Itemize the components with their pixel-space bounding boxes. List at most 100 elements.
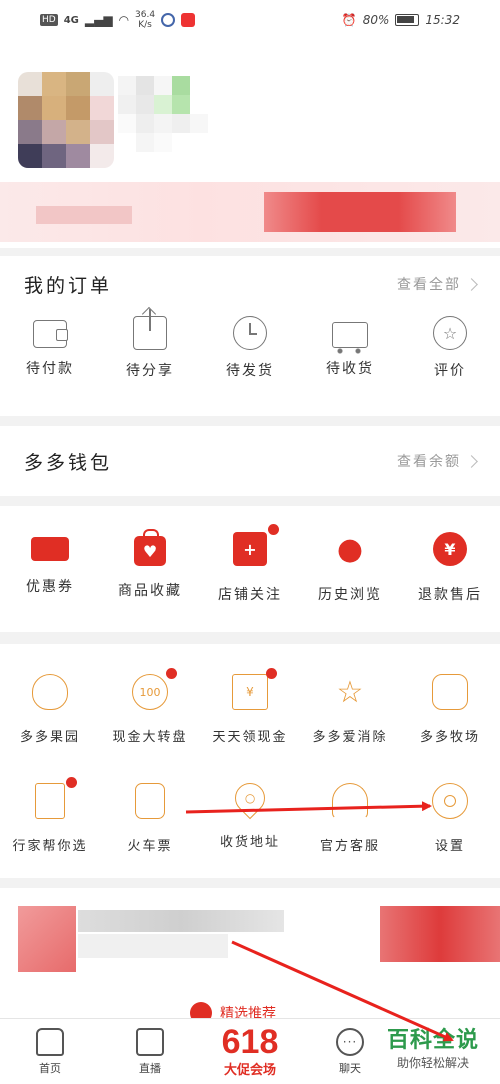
cash-icon: ¥ (232, 674, 268, 710)
notification-dot (66, 777, 77, 788)
elimination-game-entry[interactable]: ☆ 多多爱消除 (300, 674, 400, 746)
status-right: ⏰ 80% 15:32 (342, 13, 460, 27)
ranch-entry[interactable]: 多多牧场 (400, 674, 500, 745)
star-icon: ☆ (336, 674, 364, 710)
wallet-icon (33, 320, 68, 348)
order-item-label: 评价 (434, 363, 466, 379)
tv-icon (136, 1027, 164, 1056)
recommend-button[interactable] (380, 906, 500, 962)
quick-item-label: 退款售后 (418, 587, 482, 603)
quick-item-label: 历史浏览 (318, 587, 382, 603)
order-pending-payment[interactable]: 待付款 (0, 316, 100, 380)
chat-icon: ··· (336, 1027, 364, 1056)
nav-home[interactable]: 首页 (0, 1027, 100, 1076)
history-entry[interactable]: ● 历史浏览 (300, 532, 400, 604)
recommend-subtext (78, 934, 228, 958)
wallet-header: 多多钱包 查看余额 (0, 426, 500, 496)
cash-wheel-entry[interactable]: 100 现金大转盘 (100, 668, 200, 745)
service-label: 收货地址 (219, 835, 280, 850)
battery-percent: 80% (362, 13, 390, 27)
wallet-card[interactable]: 多多钱包 查看余额 (0, 426, 500, 496)
service-label: 现金大转盘 (112, 730, 188, 745)
store-follow-icon: + (233, 532, 267, 566)
quick-item-label: 商品收藏 (118, 583, 182, 599)
services-row-2: 行家帮你选 火车票 ○ 收货地址 官方客服 设置 (0, 776, 500, 854)
status-left: HD 4G ▂▄▆ ◠ 36.4 K/s (40, 10, 196, 30)
service-label: 多多牧场 (419, 730, 480, 745)
settings-entry[interactable]: 设置 (400, 783, 500, 854)
order-review[interactable]: ☆ 评价 (400, 316, 500, 380)
address-entry[interactable]: ○ 收货地址 (200, 776, 300, 854)
wheel-icon: 100 (132, 674, 168, 710)
footprint-icon: ● (336, 531, 364, 567)
chevron-right-icon (465, 277, 478, 291)
share-icon (133, 309, 167, 350)
network-signal: 4G (63, 14, 79, 26)
nav-live[interactable]: 直播 (100, 1027, 200, 1076)
services-row-1: 多多果园 100 现金大转盘 ¥ 天天领现金 ☆ 多多爱消除 多多牧场 (0, 668, 500, 746)
member-banner-text (36, 206, 132, 224)
quick-actions-card: 优惠券 ♥ 商品收藏 + 店铺关注 ● 历史浏览 ¥ 退款售后 (0, 506, 500, 632)
truck-icon (332, 322, 368, 354)
quick-item-label: 店铺关注 (218, 587, 282, 603)
avatar[interactable] (18, 72, 114, 168)
watermark-logo: 百科全说 助你轻松解决 (372, 1022, 494, 1080)
app-notification-icon (161, 13, 176, 27)
view-all-orders-link[interactable]: 查看全部 (397, 274, 478, 294)
service-label: 行家帮你选 (12, 839, 88, 854)
view-balance-label: 查看余额 (397, 454, 461, 470)
order-item-label: 待分享 (126, 363, 174, 379)
expert-pick-entry[interactable]: 行家帮你选 (0, 777, 100, 854)
location-pin-icon: ○ (228, 776, 272, 820)
view-all-label: 查看全部 (397, 277, 461, 293)
order-pending-shipment[interactable]: 待发货 (200, 316, 300, 380)
battery-icon (395, 14, 420, 26)
recommend-text (78, 910, 284, 932)
customer-service-entry[interactable]: 官方客服 (300, 783, 400, 854)
clock-icon (233, 316, 267, 350)
notification-dot (266, 668, 277, 679)
promo-number: 618 (221, 1023, 279, 1061)
hd-badge: HD (40, 14, 58, 26)
chevron-right-icon (465, 454, 478, 468)
daily-cash-entry[interactable]: ¥ 天天领现金 (200, 668, 300, 745)
nav-chat-label: 聊天 (339, 1061, 361, 1075)
store-follow-entry[interactable]: + 店铺关注 (200, 524, 300, 604)
recommend-image[interactable] (18, 906, 76, 972)
headset-icon (332, 783, 368, 819)
order-pending-receipt[interactable]: 待收货 (300, 316, 400, 380)
train-icon (135, 783, 165, 819)
coupon-entry[interactable]: 优惠券 (0, 532, 100, 604)
refund-entry[interactable]: ¥ 退款售后 (400, 532, 500, 604)
wifi-icon: ◠ (118, 13, 130, 27)
username (118, 76, 208, 152)
train-ticket-entry[interactable]: 火车票 (100, 783, 200, 854)
promo-text: 大促会场 (223, 1063, 276, 1078)
watermark-main: 百科全说 (386, 1028, 479, 1053)
nav-home-label: 首页 (39, 1061, 61, 1075)
clock-time: 15:32 (425, 13, 460, 27)
map-notification-icon (181, 13, 196, 27)
gear-icon (432, 783, 468, 819)
orchard-entry[interactable]: 多多果园 (0, 674, 100, 745)
order-pending-share[interactable]: 待分享 (100, 309, 200, 380)
nav-promo[interactable]: 618 大促会场 (200, 1025, 300, 1078)
signal-bars-icon: ▂▄▆ (84, 13, 113, 27)
watermark-sub: 助你轻松解决 (396, 1056, 469, 1070)
service-label: 多多果园 (19, 730, 80, 745)
orders-title: 我的订单 (24, 274, 113, 297)
profile-header (0, 40, 500, 248)
orders-header: 我的订单 查看全部 (0, 256, 500, 304)
quick-actions-row: 优惠券 ♥ 商品收藏 + 店铺关注 ● 历史浏览 ¥ 退款售后 (0, 524, 500, 604)
wallet-title: 多多钱包 (24, 451, 113, 474)
coupon-icon (31, 537, 69, 561)
order-item-label: 待付款 (26, 361, 74, 377)
review-icon: ☆ (433, 316, 467, 350)
view-balance-link[interactable]: 查看余额 (397, 451, 478, 471)
network-speed: 36.4 K/s (135, 10, 155, 30)
notification-dot (268, 524, 279, 535)
status-bar: HD 4G ▂▄▆ ◠ 36.4 K/s ⏰ 80% 15:32 (0, 0, 500, 40)
member-banner-button[interactable] (264, 192, 456, 232)
home-icon (36, 1027, 64, 1056)
favorites-entry[interactable]: ♥ 商品收藏 (100, 529, 200, 604)
